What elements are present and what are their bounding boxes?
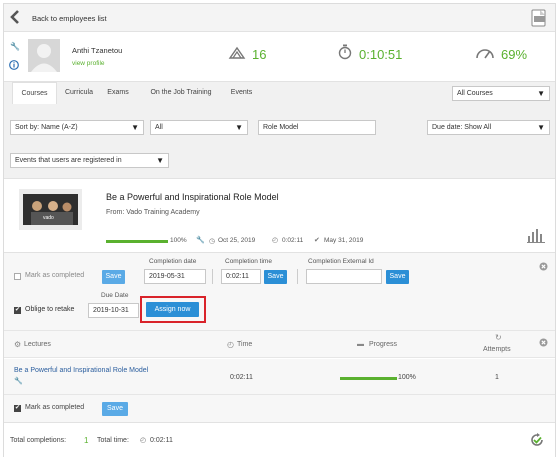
refresh-icon: ↻: [495, 333, 502, 342]
view-profile-link[interactable]: view profile: [72, 60, 105, 67]
tab-curricula[interactable]: Curricula: [59, 82, 99, 104]
thumbnail-logo-text: vado: [43, 215, 54, 221]
check-icon: ✔: [314, 237, 320, 244]
lecture-progress-label: 100%: [398, 374, 416, 381]
stopwatch-icon: [338, 44, 352, 62]
sort-select[interactable]: Sort by: Name (A-Z) ▼: [10, 120, 144, 135]
dropdown-arrow-icon: ▼: [131, 123, 139, 132]
bar-chart-icon[interactable]: [527, 227, 545, 245]
main-frame: Back to employees list 🔧 Anthi Tzanetou …: [3, 3, 556, 457]
total-completions-label: Total completions:: [10, 437, 67, 444]
tab-on-the-job-training[interactable]: On the Job Training: [140, 82, 222, 104]
lectures-header: ⚙ Lectures ◴ Time ▬ Progress ↻ Attempts: [4, 330, 555, 358]
dropdown-arrow-icon: ▼: [537, 123, 545, 132]
back-button[interactable]: Back to employees list: [10, 10, 150, 26]
progress-stat-icon: [475, 46, 495, 62]
course-progress-label: 100%: [170, 237, 187, 244]
filter-area: Courses Curricula Exams On the Job Train…: [4, 82, 555, 178]
total-completions-value: 1: [84, 436, 89, 445]
oblige-retake-checkbox[interactable]: [14, 306, 21, 314]
course-progress-bar: [106, 240, 168, 243]
lecture-attempts: 1: [495, 374, 499, 381]
lecture-mark-completed-checkbox[interactable]: [14, 404, 21, 412]
calendar-icon: ◷: [209, 238, 216, 245]
save-external-id-button[interactable]: Save: [386, 270, 409, 284]
time-stat: 0:10:51: [359, 47, 403, 62]
close-icon[interactable]: [539, 338, 548, 349]
divider: [297, 269, 298, 284]
col-lectures: Lectures: [24, 341, 51, 348]
footer-bar: Total completions: 1 Total time: ◴ 0:02:…: [4, 422, 555, 457]
progress-stat: 69%: [501, 47, 528, 62]
lecture-title-link[interactable]: Be a Powerful and Inspirational Role Mod…: [14, 367, 148, 374]
lecture-completion-row: Mark as completed Save: [4, 394, 555, 422]
completion-date-field[interactable]: 2019-05-31: [144, 269, 206, 284]
top-bar: Back to employees list: [4, 4, 555, 32]
all-courses-select[interactable]: All Courses ▼: [452, 86, 550, 101]
course-time: 0:02:11: [282, 237, 304, 244]
stopwatch-icon: ◴: [140, 437, 147, 444]
lecture-save-button[interactable]: Save: [102, 402, 128, 416]
user-bar: 🔧 Anthi Tzanetou view profile 16 0:10:51…: [4, 32, 555, 82]
tab-courses[interactable]: Courses: [12, 82, 57, 104]
mark-completed-label: Mark as completed: [25, 272, 85, 279]
course-row: vado Be a Powerful and Inspirational Rol…: [4, 178, 555, 252]
dropdown-arrow-icon: ▼: [537, 89, 545, 98]
col-progress: Progress: [369, 341, 398, 348]
avatar: [28, 39, 60, 72]
wrench-icon[interactable]: 🔧: [14, 377, 23, 385]
dropdown-arrow-icon: ▼: [156, 156, 164, 165]
chevron-left-icon: [10, 10, 20, 26]
mark-completed-checkbox[interactable]: [14, 273, 21, 280]
progress-col-icon: ▬: [357, 341, 364, 348]
completion-date-label: Completion date: [149, 258, 197, 265]
table-row: Be a Powerful and Inspirational Role Mod…: [4, 359, 555, 394]
save-button[interactable]: Save: [102, 270, 125, 284]
external-id-field[interactable]: [306, 269, 382, 284]
tab-events[interactable]: Events: [224, 82, 259, 104]
col-time: Time: [237, 341, 253, 348]
course-date-1: Oct 25, 2019: [218, 237, 256, 244]
stopwatch-icon: ◴: [227, 340, 234, 349]
info-icon[interactable]: [9, 60, 19, 72]
completion-time-field[interactable]: 0:02:11: [221, 269, 261, 284]
search-input[interactable]: Role Model: [258, 120, 376, 135]
due-date-label: Due Date: [101, 292, 129, 299]
col-attempts: Attempts: [483, 346, 511, 353]
lecture-mark-completed-label: Mark as completed: [25, 404, 85, 411]
courses-stat-icon: [228, 46, 246, 62]
wrench-icon[interactable]: 🔧: [196, 236, 205, 244]
lectures-icon: ⚙: [14, 340, 22, 349]
stopwatch-icon: ◴: [272, 237, 279, 244]
external-id-label: Completion External Id: [308, 258, 374, 265]
total-time-value: 0:02:11: [150, 437, 173, 444]
tab-exams[interactable]: Exams: [102, 82, 134, 104]
course-title[interactable]: Be a Powerful and Inspirational Role Mod…: [106, 192, 279, 202]
divider: [212, 269, 213, 284]
wrench-icon[interactable]: 🔧: [10, 42, 20, 51]
courses-stat: 16: [252, 47, 267, 62]
total-time-label: Total time:: [97, 437, 129, 444]
status-select[interactable]: All ▼: [150, 120, 248, 135]
export-icon[interactable]: [531, 9, 547, 29]
refresh-check-icon[interactable]: [529, 432, 545, 450]
completion-time-label: Completion time: [225, 258, 272, 265]
lecture-time: 0:02:11: [230, 374, 253, 381]
completion-panel: Mark as completed Save Completion date 2…: [4, 252, 555, 330]
lecture-progress-bar: [340, 377, 397, 380]
events-select[interactable]: Events that users are registered in ▼: [10, 153, 169, 168]
assign-now-button[interactable]: Assign now: [146, 302, 199, 317]
due-date-field[interactable]: 2019-10-31: [88, 303, 139, 318]
user-name: Anthi Tzanetou: [72, 46, 123, 55]
dropdown-arrow-icon: ▼: [235, 123, 243, 132]
due-date-select[interactable]: Due date: Show All ▼: [427, 120, 550, 135]
oblige-retake-label: Oblige to retake: [25, 306, 75, 313]
course-provider: From: Vado Training Academy: [106, 209, 200, 216]
course-thumbnail[interactable]: vado: [19, 189, 82, 230]
course-date-2: May 31, 2019: [324, 237, 364, 244]
save-time-button[interactable]: Save: [264, 270, 287, 284]
close-icon[interactable]: [539, 262, 548, 273]
back-label: Back to employees list: [32, 14, 107, 23]
